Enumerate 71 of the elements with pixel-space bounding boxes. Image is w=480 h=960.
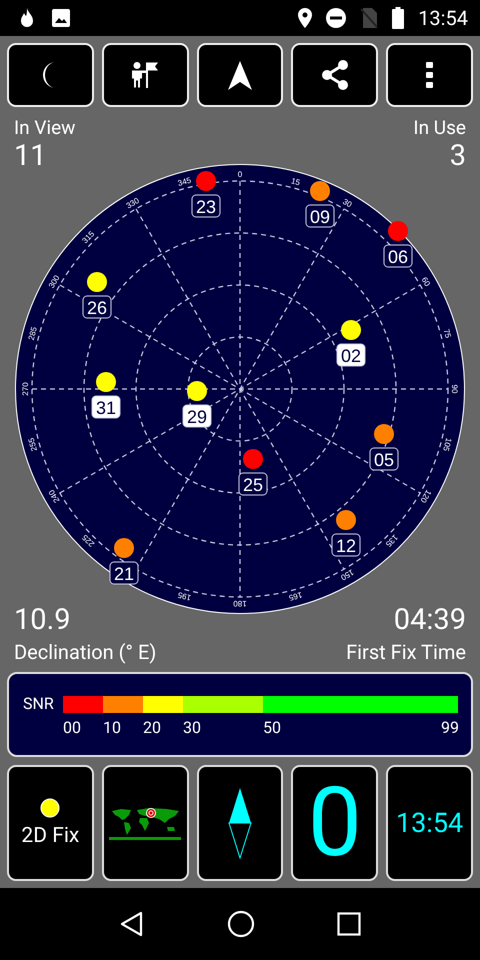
bearing-label: 285 <box>26 326 39 342</box>
fix-indicator-icon <box>40 798 60 818</box>
more-icon <box>426 62 434 88</box>
bearing-label: 345 <box>176 176 192 188</box>
location-pin-icon <box>298 8 312 28</box>
satellite-label: 09 <box>306 204 334 228</box>
bearing-label: 165 <box>288 590 304 602</box>
navigation-arrow-icon <box>228 60 252 90</box>
satellite-label: 06 <box>384 244 412 268</box>
satellite-label: 23 <box>192 194 220 218</box>
clock-time: 13:54 <box>418 6 468 30</box>
no-sim-icon <box>360 8 378 28</box>
compass-needle-icon <box>226 787 253 859</box>
bearing-label: 315 <box>80 229 96 246</box>
bearing-label: 0 <box>238 170 242 179</box>
toolbar-button[interactable] <box>386 43 473 107</box>
bearing-label: 300 <box>47 274 62 290</box>
bearing-label: 180 <box>233 599 247 608</box>
toolbar-button[interactable] <box>291 43 378 107</box>
declination-label: Declination (° E) <box>14 639 156 665</box>
back-icon[interactable] <box>119 911 145 937</box>
snr-tick-label: 10 <box>103 718 121 738</box>
do-not-disturb-icon <box>326 8 346 28</box>
share-icon <box>322 60 348 90</box>
first-fix-time-value: 04:39 <box>394 604 466 636</box>
bearing-label: 225 <box>80 532 96 549</box>
satellite-count: 0 <box>308 773 362 873</box>
battery-icon <box>392 7 404 29</box>
person-flag-icon <box>132 62 158 88</box>
snr-tick-label: 30 <box>183 718 201 738</box>
satellite-label: 29 <box>182 404 212 428</box>
bearing-label: 135 <box>384 532 400 549</box>
toolbar-button[interactable] <box>102 43 189 107</box>
bearing-label: 75 <box>442 328 453 339</box>
fix-status-text: 2D Fix <box>21 824 80 848</box>
bearing-label: 90 <box>450 384 459 394</box>
satellite-label: 02 <box>336 344 366 366</box>
toolbar-button[interactable] <box>196 43 284 107</box>
recent-apps-icon[interactable] <box>337 912 361 936</box>
in-view-label: In View <box>14 116 76 140</box>
satellite-label: 12 <box>332 534 360 556</box>
satellite-label: 31 <box>92 396 120 418</box>
bearing-label: 60 <box>420 276 432 288</box>
snr-label: SNR <box>23 694 54 713</box>
bearing-label: 120 <box>418 488 433 504</box>
home-icon[interactable] <box>227 910 255 938</box>
satellite-label: 26 <box>82 296 112 318</box>
bearing-label: 270 <box>21 382 30 396</box>
bearing-label: 105 <box>441 436 454 452</box>
bearing-label: 330 <box>124 196 141 210</box>
snr-tick-label: 20 <box>143 718 161 738</box>
image-icon <box>51 8 71 28</box>
satellite-label: 21 <box>110 562 138 584</box>
toolbar-button[interactable] <box>7 43 94 107</box>
bearing-label: 15 <box>290 176 301 188</box>
bearing-label: 30 <box>341 197 354 210</box>
bearing-label: 195 <box>176 590 192 602</box>
declination-value: 10.9 <box>14 604 72 636</box>
snr-tick-label: 99 <box>441 718 459 738</box>
satellite-label: 25 <box>238 472 268 496</box>
satellite-label: 05 <box>370 448 398 470</box>
bearing-label: 240 <box>47 488 62 504</box>
first-fix-time-label: First Fix Time <box>346 639 466 665</box>
bearing-label: 150 <box>339 568 356 582</box>
in-use-count: 3 <box>450 140 466 172</box>
in-view-count: 11 <box>14 140 48 172</box>
clock-time: 13:54 <box>396 808 464 838</box>
snr-tick-label: 50 <box>263 718 281 738</box>
in-use-label: In Use <box>413 116 466 140</box>
bearing-label: 255 <box>26 436 39 452</box>
snr-tick-label: 00 <box>63 718 81 738</box>
